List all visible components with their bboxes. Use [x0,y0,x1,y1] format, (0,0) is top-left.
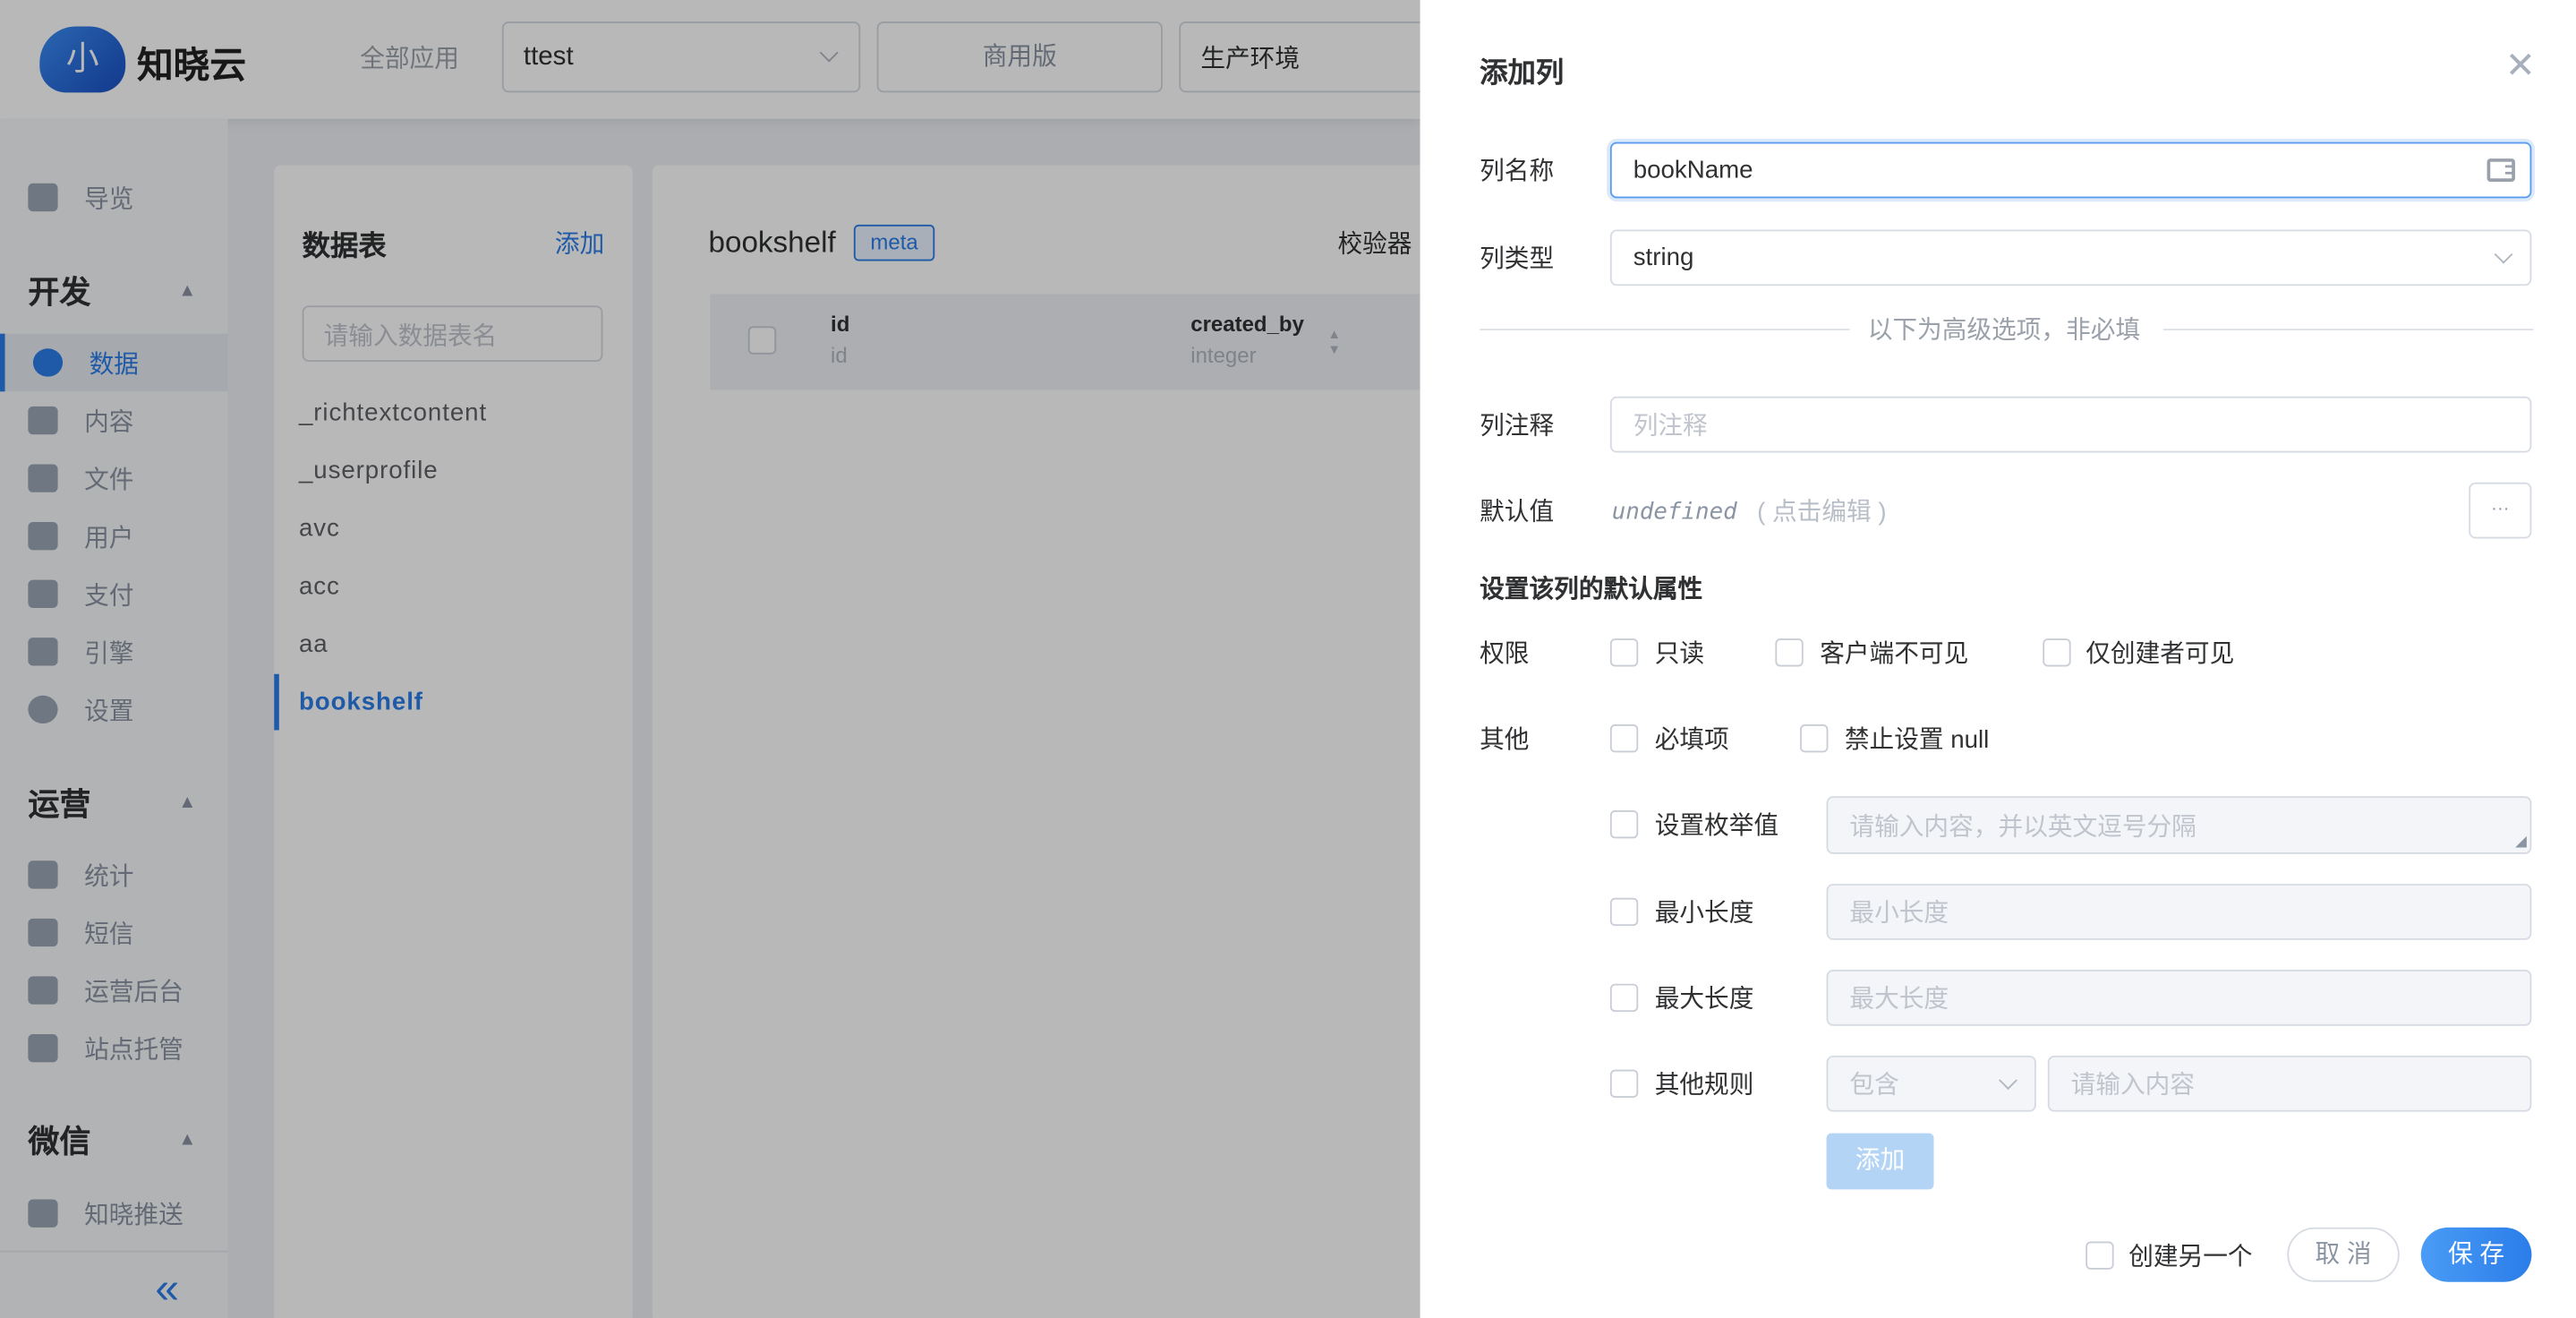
enum-placeholder: 请输入内容，并以英文逗号分隔 [1849,812,2196,842]
contact-card-icon[interactable] [2486,158,2515,182]
drawer-title: 添加列 [1480,56,1565,89]
resize-handle-icon[interactable]: ◢ [2515,833,2527,851]
add-rule-button[interactable]: 添加 [1826,1133,1934,1190]
checkbox-label[interactable]: 客户端不可见 [1820,635,1968,670]
min-length-checkbox[interactable] [1609,897,1639,927]
rule-operator-value: 包含 [1849,1071,1899,1100]
column-name-input[interactable]: bookName [1609,141,2532,199]
max-length-placeholder: 最大长度 [1849,985,1949,1014]
chevron-down-icon [2494,244,2513,264]
rule-value-placeholder: 请输入内容 [2070,1071,2196,1100]
rule-value-input[interactable]: 请输入内容 [2047,1055,2532,1112]
column-name-value: bookName [1633,156,1753,184]
creator-visible-checkbox[interactable] [2043,638,2071,667]
checkbox-label[interactable]: 创建另一个 [2128,1238,2252,1273]
client-hidden-checkbox[interactable] [1775,638,1804,667]
max-length-checkbox[interactable] [1609,983,1639,1013]
column-type-label: 列类型 [1480,244,1555,274]
column-type-value: string [1633,244,1694,272]
checkbox-label[interactable]: 只读 [1655,635,1704,670]
other-rule-checkbox[interactable] [1609,1069,1639,1099]
divider-line [1480,329,1850,330]
other-label: 其他 [1480,725,1530,755]
modal-overlay[interactable] [0,0,1420,1318]
comment-placeholder: 列注释 [1633,412,1708,441]
min-length-input[interactable]: 最小长度 [1826,884,2532,940]
column-name-label: 列名称 [1480,158,1555,186]
save-button[interactable]: 保 存 [2420,1227,2532,1282]
enum-checkbox[interactable] [1609,809,1639,839]
cancel-button[interactable]: 取 消 [2287,1227,2400,1282]
create-another-checkbox[interactable] [2086,1241,2114,1270]
close-icon[interactable]: ✕ [2505,45,2536,88]
min-length-placeholder: 最小长度 [1849,899,1949,928]
rule-operator-select[interactable]: 包含 [1826,1055,2036,1112]
permission-label: 权限 [1480,639,1530,669]
advanced-divider-text: 以下为高级选项，非必填 [1867,316,2141,345]
attributes-title: 设置该列的默认属性 [1480,575,1703,604]
checkbox-label[interactable]: 最小长度 [1655,894,1754,929]
max-length-input[interactable]: 最大长度 [1826,970,2532,1026]
default-edit-hint[interactable]: ( 点击编辑 ) [1757,493,1887,528]
checkbox-label[interactable]: 必填项 [1655,721,1729,756]
background-app: 小 知晓云 全部应用 ttest 商用版 生产环境 导览 开发 ▲ 数据 内容 文… [0,0,1420,1318]
checkbox-label[interactable]: 其他规则 [1655,1066,1754,1101]
default-more-button[interactable]: ··· [2469,482,2532,539]
checkbox-label[interactable]: 仅创建者可见 [2086,635,2234,670]
enum-textarea[interactable]: 请输入内容，并以英文逗号分隔 ◢ [1826,796,2532,854]
divider-line [2162,329,2534,330]
add-column-drawer: 添加列 ✕ 列名称 bookName 列类型 string 以下为高级选项，非必… [1420,0,2576,1318]
column-type-select[interactable]: string [1609,229,2532,287]
required-checkbox[interactable] [1609,724,1639,753]
checkbox-label[interactable]: 设置枚举值 [1655,807,1778,842]
default-value[interactable]: undefined [1612,499,1737,526]
not-null-checkbox[interactable] [1800,724,1829,753]
readonly-checkbox[interactable] [1609,638,1639,667]
chevron-down-icon [1999,1071,2017,1091]
comment-label: 列注释 [1480,412,1555,441]
comment-input[interactable]: 列注释 [1609,396,2532,453]
checkbox-label[interactable]: 禁止设置 null [1845,721,1989,756]
default-label: 默认值 [1480,498,1555,526]
checkbox-label[interactable]: 最大长度 [1655,980,1754,1015]
